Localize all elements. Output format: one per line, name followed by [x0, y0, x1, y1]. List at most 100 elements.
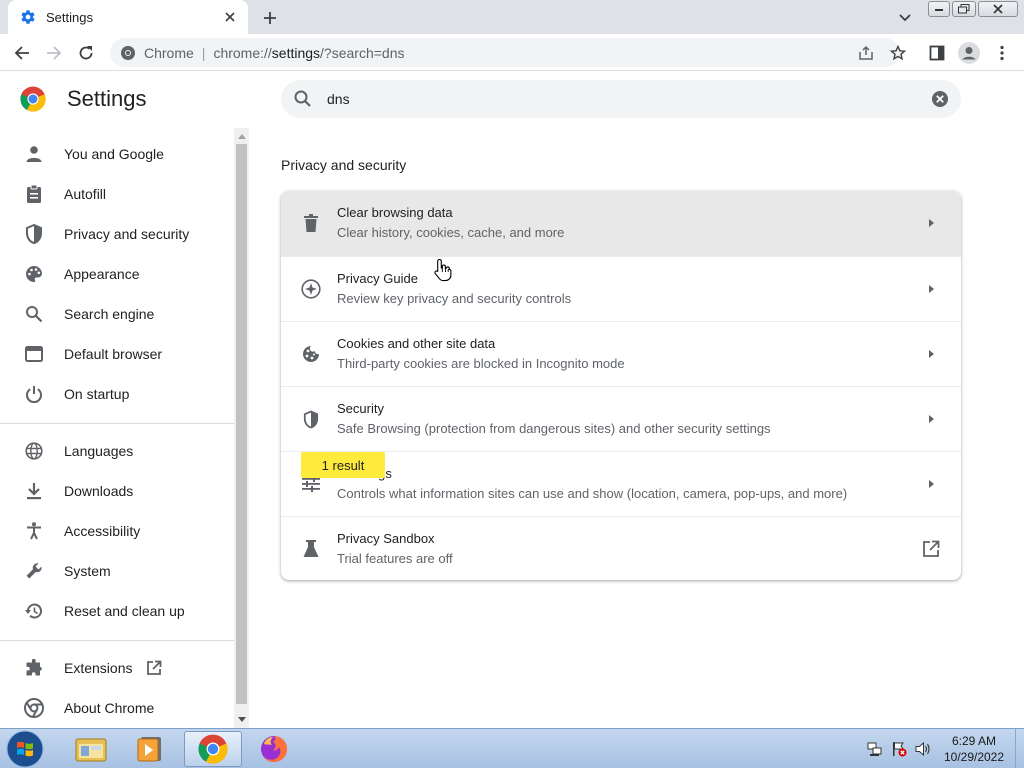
action-center-flag-icon[interactable]	[891, 741, 907, 757]
sidebar-item-label: Languages	[64, 443, 134, 459]
search-icon	[294, 90, 311, 107]
sidebar: You and Google Autofill Privacy and secu…	[0, 128, 236, 728]
url-host: settings	[271, 44, 321, 61]
arrow-right-icon	[929, 285, 934, 293]
window-close-button[interactable]	[978, 1, 1018, 17]
forward-button[interactable]	[41, 40, 67, 66]
sidebar-item-about-chrome[interactable]: About Chrome	[0, 689, 236, 727]
sidebar-item-appearance[interactable]: Appearance	[0, 255, 236, 293]
omnibox-separator: |	[201, 44, 206, 61]
scroll-down-button[interactable]	[234, 712, 249, 726]
sidebar-item-label: Downloads	[64, 483, 134, 499]
arrow-right-icon	[929, 415, 934, 423]
row-cookies[interactable]: Cookies and other site data Third-party …	[281, 321, 961, 386]
download-icon	[24, 481, 44, 501]
plus-icon	[264, 12, 276, 24]
shield-icon	[301, 409, 321, 429]
sidebar-item-reset-and-clean-up[interactable]: Reset and clean up	[0, 592, 236, 630]
chrome-icon	[24, 698, 44, 718]
search-input[interactable]	[327, 91, 930, 107]
share-icon	[859, 45, 873, 60]
tab-close-button[interactable]	[222, 9, 238, 25]
sidebar-item-label: Privacy and security	[64, 226, 190, 242]
clear-search-icon[interactable]	[930, 89, 950, 109]
taskbar-clock[interactable]: 6:29 AM 10/29/2022	[936, 733, 1012, 765]
share-button[interactable]	[853, 40, 879, 66]
show-desktop-button[interactable]	[1015, 729, 1024, 768]
caret-down-icon	[237, 716, 246, 722]
sidebar-item-system[interactable]: System	[0, 552, 236, 590]
sidebar-item-downloads[interactable]: Downloads	[0, 472, 236, 510]
start-button[interactable]	[4, 730, 46, 768]
row-subtitle: Review key privacy and security controls	[337, 291, 572, 306]
sidebar-item-label: Extensions	[64, 660, 133, 676]
tab-title: Settings	[46, 9, 93, 25]
chrome-icon	[121, 45, 135, 60]
bookmark-button[interactable]	[885, 40, 911, 66]
chrome-logo-icon	[20, 86, 46, 112]
taskbar-chrome-button[interactable]	[184, 731, 242, 767]
scroll-up-button[interactable]	[234, 129, 249, 143]
profile-button[interactable]	[956, 40, 982, 66]
menu-button[interactable]	[989, 40, 1015, 66]
sidebar-item-you-and-google[interactable]: You and Google	[0, 135, 236, 173]
row-privacy-sandbox[interactable]: Privacy Sandbox Trial features are off	[281, 516, 961, 580]
sidebar-item-label: Appearance	[64, 266, 140, 282]
arrow-right-icon	[47, 46, 62, 60]
network-icon[interactable]	[867, 741, 883, 757]
palette-icon	[24, 264, 44, 284]
sidebar-item-autofill[interactable]: Autofill	[0, 175, 236, 213]
puzzle-icon	[24, 658, 44, 678]
taskbar-firefox-button[interactable]	[245, 731, 303, 767]
volume-icon[interactable]	[915, 741, 931, 757]
firefox-icon	[261, 736, 287, 762]
media-player-icon	[137, 737, 161, 762]
tab-settings[interactable]: Settings	[8, 0, 248, 34]
row-privacy-guide[interactable]: Privacy Guide Review key privacy and sec…	[281, 256, 961, 321]
hand-cursor-icon	[434, 258, 452, 282]
reload-button[interactable]	[73, 40, 99, 66]
close-icon	[225, 12, 235, 22]
scrollbar-thumb[interactable]	[236, 144, 247, 704]
sidebar-item-languages[interactable]: Languages	[0, 432, 236, 470]
settings-search[interactable]	[281, 80, 961, 118]
window-restore-button[interactable]	[952, 1, 976, 17]
more-vert-icon	[1000, 45, 1004, 61]
new-tab-button[interactable]	[259, 7, 281, 29]
row-subtitle: Safe Browsing (protection from dangerous…	[337, 421, 771, 436]
taskbar-explorer-button[interactable]	[62, 731, 120, 767]
caret-up-icon	[237, 133, 246, 139]
sidebar-item-privacy-and-security[interactable]: Privacy and security	[0, 215, 236, 253]
sidebar-item-label: Search engine	[64, 306, 155, 322]
sidebar-item-search-engine[interactable]: Search engine	[0, 295, 236, 333]
clock-date: 10/29/2022	[943, 750, 1005, 764]
url-text: chrome://settings/?search=dns	[213, 45, 404, 61]
row-clear-browsing-data[interactable]: Clear browsing data Clear history, cooki…	[281, 191, 961, 256]
sidebar-divider	[0, 640, 236, 641]
tab-search-button[interactable]	[895, 8, 915, 28]
sidebar-item-extensions[interactable]: Extensions	[0, 649, 236, 687]
sidebar-scrollbar[interactable]	[234, 128, 249, 728]
sidebar-item-default-browser[interactable]: Default browser	[0, 335, 236, 373]
taskbar-media-player-button[interactable]	[121, 731, 179, 767]
reload-icon	[79, 46, 93, 60]
sidebar-item-label: You and Google	[64, 146, 164, 162]
globe-icon	[24, 441, 44, 461]
row-subtitle: Third-party cookies are blocked in Incog…	[337, 356, 625, 371]
row-title: ings	[337, 465, 847, 483]
row-title: Privacy Guide	[337, 271, 418, 286]
row-security[interactable]: Security Safe Browsing (protection from …	[281, 386, 961, 451]
sidebar-item-on-startup[interactable]: On startup	[0, 375, 236, 413]
sidebar-item-accessibility[interactable]: Accessibility	[0, 512, 236, 550]
arrow-right-icon	[929, 350, 934, 358]
back-button[interactable]	[9, 40, 35, 66]
sidebar-item-label: About Chrome	[64, 700, 155, 716]
window-minimize-button[interactable]	[928, 1, 950, 17]
side-panel-button[interactable]	[924, 40, 950, 66]
clock-time: 6:29 AM	[951, 734, 997, 748]
close-icon	[993, 4, 1003, 14]
star-icon	[890, 45, 906, 61]
address-bar[interactable]: Chrome | chrome://settings/?search=dns	[110, 38, 900, 67]
gear-icon	[21, 10, 35, 24]
chevron-down-icon	[899, 14, 911, 22]
